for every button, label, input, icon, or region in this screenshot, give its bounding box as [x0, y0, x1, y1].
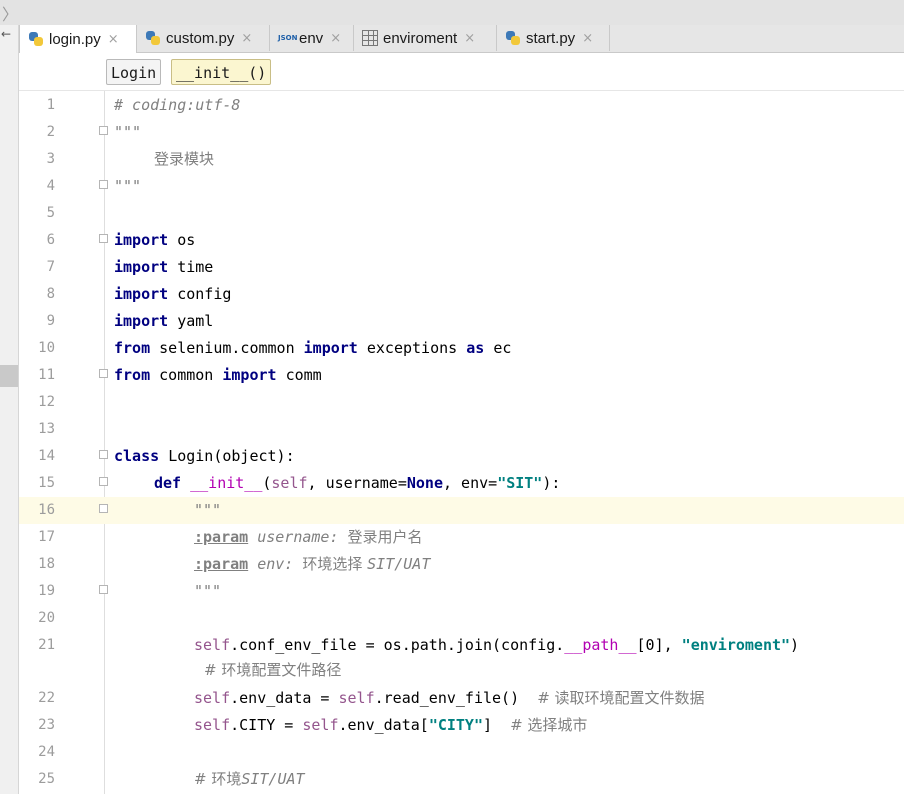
code-line: # 环境SIT/UAT — [194, 770, 305, 788]
line-number: 12 — [38, 394, 55, 410]
close-icon[interactable]: × — [464, 31, 475, 46]
line-number: 19 — [38, 583, 55, 599]
top-strip: 〉 — [0, 0, 904, 25]
code-line: from common import comm — [114, 366, 322, 384]
tab-label: env — [299, 29, 324, 47]
line-number: 25 — [38, 771, 55, 787]
breadcrumb-method[interactable]: __init__() — [171, 59, 272, 85]
tab-env[interactable]: JSON env × — [270, 25, 354, 51]
code-line: import time — [114, 258, 214, 276]
fold-marker[interactable] — [99, 180, 108, 189]
tab-label: login.py — [49, 30, 101, 48]
line-number: 21 — [38, 637, 55, 653]
line-number: 3 — [46, 151, 55, 167]
line-number: 2 — [46, 124, 55, 140]
code-line: """ — [114, 123, 142, 141]
code-line: self.env_data = self.read_env_file() # 读… — [194, 689, 705, 707]
current-line-highlight — [19, 497, 904, 524]
code-line: from selenium.common import exceptions a… — [114, 339, 512, 357]
line-number: 16 — [38, 502, 55, 518]
code-line: self.conf_env_file = os.path.join(config… — [194, 636, 800, 654]
code-line: import yaml — [114, 312, 214, 330]
line-number: 1 — [46, 97, 55, 113]
code-line: 登录模块 — [154, 150, 215, 168]
line-number: 9 — [46, 313, 55, 329]
python-file-icon — [28, 31, 44, 47]
line-number: 5 — [46, 205, 55, 221]
python-file-icon — [505, 30, 521, 46]
code-line: import config — [114, 285, 232, 303]
code-line: # coding:utf-8 — [114, 96, 241, 114]
close-icon[interactable]: × — [582, 31, 593, 46]
python-file-icon — [145, 30, 161, 46]
breadcrumb-class[interactable]: Login — [106, 59, 162, 85]
line-number: 22 — [38, 690, 55, 706]
line-number: 24 — [38, 744, 55, 760]
fold-marker[interactable] — [99, 585, 108, 594]
code-line: def __init__(self, username=None, env="S… — [154, 474, 561, 492]
tab-custom-py[interactable]: custom.py × — [137, 25, 270, 51]
fold-marker[interactable] — [99, 504, 108, 513]
chevron-right-icon: 〉 — [2, 5, 19, 24]
line-number: 15 — [38, 475, 55, 491]
fold-marker[interactable] — [99, 477, 108, 486]
left-tool-strip: ← — [0, 25, 19, 794]
code-line: class Login(object): — [114, 447, 295, 465]
code-line: :param env: 环境选择 SIT/UAT — [194, 555, 431, 573]
line-number: 11 — [38, 367, 55, 383]
tab-start-py[interactable]: start.py × — [497, 25, 610, 51]
code-line: # 环境配置文件路径 — [204, 661, 342, 679]
line-number: 7 — [46, 259, 55, 275]
tab-login-py[interactable]: login.py × — [19, 25, 137, 53]
code-line: """ — [194, 501, 222, 519]
line-number: 23 — [38, 717, 55, 733]
tab-label: custom.py — [166, 29, 235, 47]
code-line: """ — [194, 582, 222, 600]
tab-enviroment[interactable]: enviroment × — [354, 25, 497, 51]
back-arrow-icon[interactable]: ← — [1, 27, 11, 41]
tab-label: start.py — [526, 29, 576, 47]
fold-marker[interactable] — [99, 126, 108, 135]
code-line: :param username: 登录用户名 — [194, 528, 423, 546]
line-number: 17 — [38, 529, 55, 545]
table-file-icon — [362, 30, 378, 46]
breadcrumb: Login __init__() — [19, 53, 904, 91]
line-number: 4 — [46, 178, 55, 194]
line-number: 6 — [46, 232, 55, 248]
close-icon[interactable]: × — [108, 32, 119, 47]
fold-marker[interactable] — [99, 234, 108, 243]
line-number: 20 — [38, 610, 55, 626]
line-number: 13 — [38, 421, 55, 437]
line-number: 8 — [46, 286, 55, 302]
line-number: 14 — [38, 448, 55, 464]
code-line: self.CITY = self.env_data["CITY"] # 选择城市 — [194, 716, 588, 734]
editor-tab-bar: login.py × custom.py × JSON env × enviro… — [19, 25, 904, 53]
scroll-marker[interactable] — [0, 365, 18, 387]
code-line: import os — [114, 231, 196, 249]
close-icon[interactable]: × — [330, 31, 341, 46]
line-number: 18 — [38, 556, 55, 572]
tab-label: enviroment — [383, 29, 458, 47]
json-file-icon: JSON — [278, 34, 298, 42]
line-number: 10 — [38, 340, 55, 356]
code-line: """ — [114, 177, 142, 195]
fold-marker[interactable] — [99, 450, 108, 459]
close-icon[interactable]: × — [241, 31, 252, 46]
fold-marker[interactable] — [99, 369, 108, 378]
